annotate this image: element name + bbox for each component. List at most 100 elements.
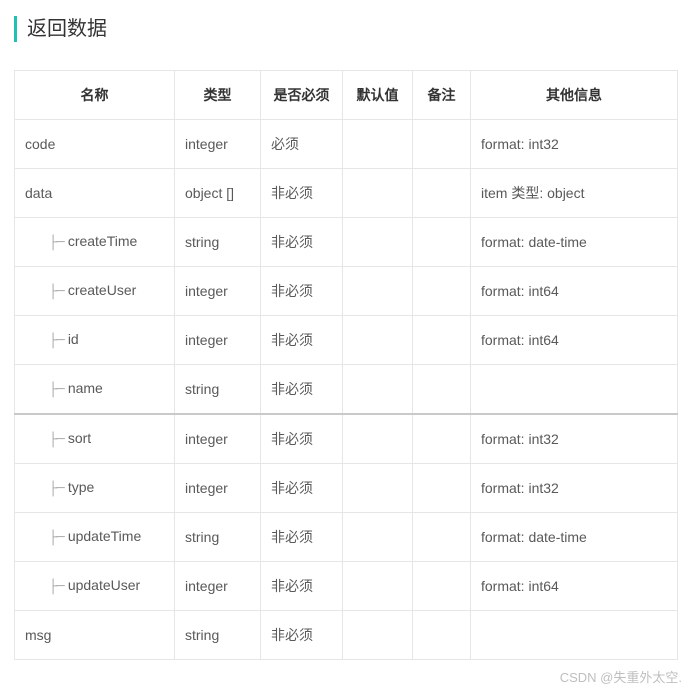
cell-required: 非必须 [261, 218, 343, 267]
table-row: ├─idinteger非必须format: int64 [15, 316, 678, 365]
tree-branch-icon: ├─ [49, 481, 64, 497]
cell-name: ├─updateTime [15, 513, 175, 562]
cell-required: 非必须 [261, 414, 343, 464]
cell-type: object [] [175, 169, 261, 218]
cell-type: string [175, 218, 261, 267]
cell-type: string [175, 611, 261, 660]
table-row: ├─updateUserinteger非必须format: int64 [15, 562, 678, 611]
cell-required: 非必须 [261, 267, 343, 316]
cell-name: ├─id [15, 316, 175, 365]
table-row: msg string非必须 [15, 611, 678, 660]
field-name: code [25, 136, 55, 152]
cell-name: ├─createUser [15, 267, 175, 316]
cell-name: ├─sort [15, 414, 175, 464]
field-name: msg [25, 627, 51, 643]
field-name: updateTime [68, 528, 141, 544]
cell-default [343, 414, 413, 464]
cell-remark [413, 120, 471, 169]
section-title: 返回数据 [14, 16, 678, 42]
cell-other: item 类型: object [471, 169, 678, 218]
col-name: 名称 [15, 71, 175, 120]
cell-type: integer [175, 414, 261, 464]
field-name: name [68, 380, 103, 396]
cell-type: integer [175, 120, 261, 169]
table-row: code integer必须 format: int32 [15, 120, 678, 169]
cell-remark [413, 562, 471, 611]
cell-other: format: int64 [471, 562, 678, 611]
cell-remark [413, 365, 471, 415]
table-row: ├─typeinteger非必须format: int32 [15, 464, 678, 513]
tree-branch-icon: ├─ [49, 382, 64, 398]
table-row: ├─updateTimestring非必须format: date-time [15, 513, 678, 562]
field-name: updateUser [68, 577, 140, 593]
cell-required: 非必须 [261, 513, 343, 562]
cell-other: format: date-time [471, 218, 678, 267]
cell-other: format: int32 [471, 464, 678, 513]
cell-required: 非必须 [261, 562, 343, 611]
cell-default [343, 169, 413, 218]
tree-branch-icon: ├─ [49, 530, 64, 546]
cell-default [343, 120, 413, 169]
watermark: CSDN @失重外太空. [560, 667, 682, 686]
cell-type: string [175, 365, 261, 415]
cell-other [471, 365, 678, 415]
cell-required: 必须 [261, 120, 343, 169]
cell-required: 非必须 [261, 169, 343, 218]
field-name: createTime [68, 233, 138, 249]
cell-default [343, 365, 413, 415]
cell-remark [413, 513, 471, 562]
cell-type: integer [175, 267, 261, 316]
cell-name: ├─name [15, 365, 175, 415]
cell-type: integer [175, 562, 261, 611]
cell-default [343, 562, 413, 611]
cell-name: msg [15, 611, 175, 660]
table-row: ├─namestring非必须 [15, 365, 678, 415]
cell-name: code [15, 120, 175, 169]
cell-type: string [175, 513, 261, 562]
cell-name: ├─updateUser [15, 562, 175, 611]
cell-remark [413, 267, 471, 316]
col-required: 是否必须 [261, 71, 343, 120]
tree-branch-icon: ├─ [49, 432, 64, 448]
cell-type: integer [175, 316, 261, 365]
col-other: 其他信息 [471, 71, 678, 120]
cell-name: data [15, 169, 175, 218]
cell-remark [413, 611, 471, 660]
tree-branch-icon: ├─ [49, 333, 64, 349]
cell-default [343, 513, 413, 562]
cell-default [343, 611, 413, 660]
cell-default [343, 316, 413, 365]
cell-remark [413, 414, 471, 464]
tree-branch-icon: ├─ [49, 235, 64, 251]
cell-remark [413, 218, 471, 267]
cell-default [343, 464, 413, 513]
cell-required: 非必须 [261, 365, 343, 415]
field-name: id [68, 331, 79, 347]
cell-default [343, 267, 413, 316]
cell-default [343, 218, 413, 267]
col-type: 类型 [175, 71, 261, 120]
cell-other: format: int64 [471, 316, 678, 365]
cell-required: 非必须 [261, 464, 343, 513]
field-name: type [68, 479, 94, 495]
table-header-row: 名称 类型 是否必须 默认值 备注 其他信息 [15, 71, 678, 120]
cell-other: format: int64 [471, 267, 678, 316]
table-row: ├─createTimestring非必须format: date-time [15, 218, 678, 267]
table-row: ├─sortinteger非必须format: int32 [15, 414, 678, 464]
field-name: sort [68, 430, 91, 446]
field-name: data [25, 185, 52, 201]
cell-other: format: int32 [471, 120, 678, 169]
table-row: data object []非必须 item 类型: object [15, 169, 678, 218]
cell-remark [413, 316, 471, 365]
cell-remark [413, 169, 471, 218]
cell-name: ├─type [15, 464, 175, 513]
cell-other: format: int32 [471, 414, 678, 464]
cell-other [471, 611, 678, 660]
tree-branch-icon: ├─ [49, 579, 64, 595]
cell-other: format: date-time [471, 513, 678, 562]
cell-remark [413, 464, 471, 513]
col-default: 默认值 [343, 71, 413, 120]
field-name: createUser [68, 282, 136, 298]
cell-name: ├─createTime [15, 218, 175, 267]
cell-required: 非必须 [261, 611, 343, 660]
